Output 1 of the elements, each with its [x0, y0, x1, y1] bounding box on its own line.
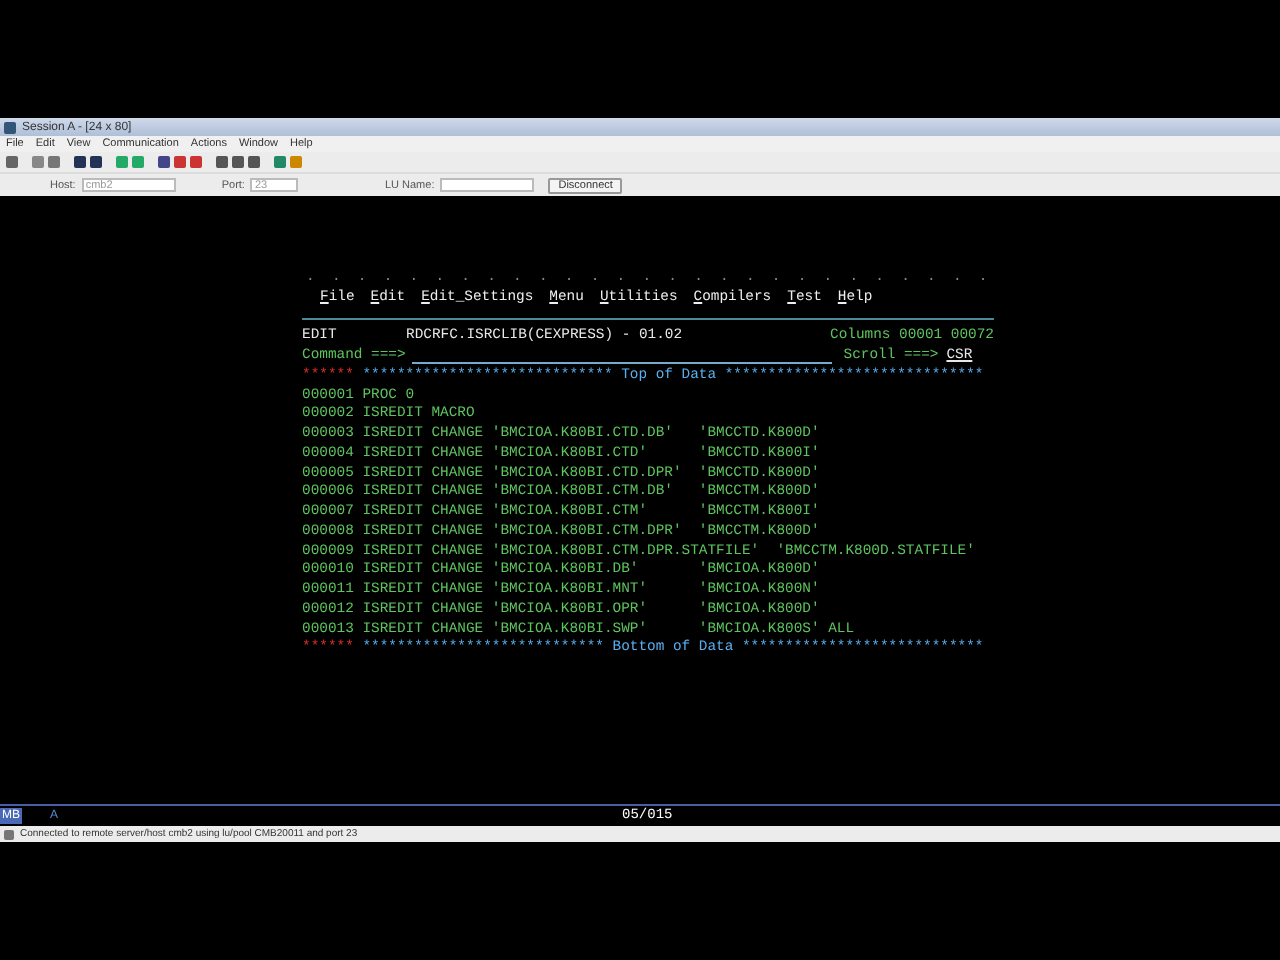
lu-name-field[interactable] [440, 178, 535, 192]
